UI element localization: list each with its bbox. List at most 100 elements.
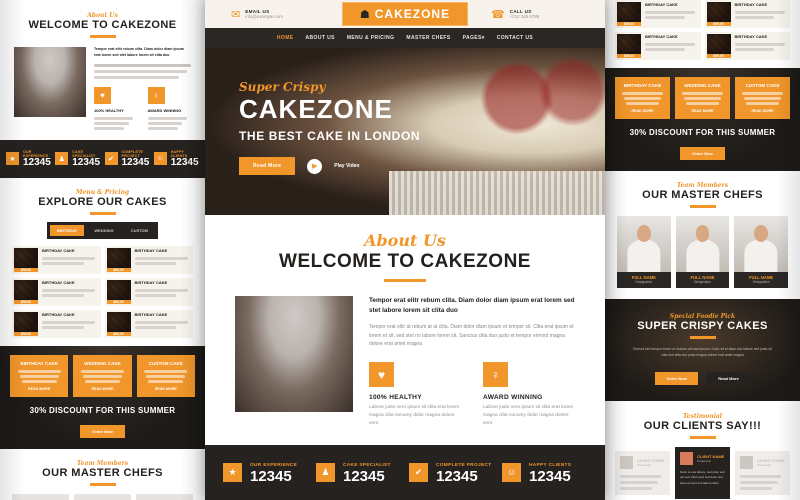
section-title: WELCOME TO CAKEZONE bbox=[28, 19, 177, 31]
feature-award: ♀ AWARD WINNING Labore justo vero ipsum … bbox=[483, 362, 575, 428]
chef-card[interactable]: FULL NAME Designation bbox=[74, 493, 131, 500]
item-thumbnail: $99.00 bbox=[14, 311, 38, 336]
read-more-button[interactable]: Read More bbox=[239, 157, 296, 176]
title-underline bbox=[89, 35, 116, 38]
read-more-link[interactable]: READ MORE bbox=[739, 109, 786, 113]
testimonial-card[interactable]: CLIENT NAME Profession Dolor et eos labo… bbox=[675, 446, 730, 499]
menu-item[interactable]: $99.00 BIRTHDAY CAKE bbox=[704, 32, 790, 60]
item-thumbnail: $99.00 bbox=[706, 34, 731, 58]
pricing-card[interactable]: BIRTHDAY CAKE READ MORE bbox=[10, 354, 69, 397]
read-more-link[interactable]: READ MORE bbox=[14, 387, 64, 391]
read-more-button[interactable]: Read More bbox=[707, 371, 750, 385]
item-name: BIRTHDAY CAKE bbox=[42, 279, 75, 285]
read-more-link[interactable]: READ MORE bbox=[141, 387, 191, 391]
item-price: $99.00 bbox=[617, 54, 641, 58]
topbar-email[interactable]: ✉ EMAIL US info@example.com bbox=[231, 8, 331, 21]
chef-designation: Designation bbox=[752, 280, 770, 284]
site-logo[interactable]: ☗ CAKEZONE bbox=[342, 2, 468, 26]
chef-card[interactable]: FULL NAME Designation bbox=[617, 216, 671, 288]
stat-value: 12345 bbox=[170, 156, 199, 168]
item-name: BIRTHDAY CAKE bbox=[645, 2, 678, 7]
cupcake-liners bbox=[389, 171, 605, 215]
order-now-button[interactable]: Order Now bbox=[655, 371, 698, 385]
tab-custom[interactable]: CUSTOM bbox=[124, 225, 155, 236]
chef-cards: FULL NAME Designation FULL NAME Designat… bbox=[12, 493, 193, 500]
stats-bar: ★ OUR EXPERIENCE 12345 ♟ CAKE SPECIALIST… bbox=[205, 444, 605, 500]
menu-item[interactable]: $99.00 BIRTHDAY CAKE bbox=[104, 277, 193, 306]
chef-card[interactable]: FULL NAME Designation bbox=[136, 493, 193, 500]
feature-desc: Labore justo vero ipsum sit clita erat l… bbox=[483, 405, 574, 427]
menu-item[interactable]: $99.00 BIRTHDAY CAKE bbox=[12, 245, 101, 274]
nav-home[interactable]: HOME bbox=[277, 35, 294, 41]
about-lead: Tempor erat elitr rebum clita. Diam dolo… bbox=[94, 47, 184, 57]
menu-item[interactable]: $99.00 BIRTHDAY CAKE bbox=[104, 309, 193, 338]
section-script: Team Members bbox=[76, 459, 129, 467]
award-icon: ♀ bbox=[483, 362, 508, 388]
item-name: BIRTHDAY CAKE bbox=[734, 2, 768, 7]
menu-item[interactable]: $99.00 BIRTHDAY CAKE bbox=[615, 0, 701, 28]
menu-item[interactable]: $99.00 BIRTHDAY CAKE bbox=[704, 0, 790, 28]
template-preview-stage: About Us WELCOME TO CAKEZONE Tempor erat… bbox=[0, 0, 800, 500]
pricing-card[interactable]: CUSTOM CAKE READ MORE bbox=[136, 354, 195, 397]
play-icon[interactable]: ▶ bbox=[307, 158, 323, 174]
discount-text: 30% DISCOUNT FOR THIS SUMMER bbox=[29, 405, 176, 415]
read-more-link[interactable]: READ MORE bbox=[619, 109, 666, 113]
order-now-button[interactable]: Order Now bbox=[80, 424, 125, 438]
stat-experience: ★ OUR EXPERIENCE 12345 bbox=[223, 462, 308, 485]
testimonial-card[interactable]: CLIENT NAME Profession bbox=[615, 450, 670, 495]
preview-stats-bar: ★ OUR EXPERIENCE 12345 ♟ CAKE SPECIALIST… bbox=[0, 139, 205, 178]
menu-item[interactable]: $99.00 BIRTHDAY CAKE bbox=[104, 245, 193, 274]
read-more-link[interactable]: READ MORE bbox=[77, 387, 127, 391]
pricing-card[interactable]: BIRTHDAY CAKE READ MORE bbox=[615, 77, 670, 119]
nav-about-us[interactable]: ABOUT US bbox=[306, 35, 335, 41]
title-underline bbox=[384, 279, 426, 282]
nav-pages[interactable]: PAGES▾ bbox=[463, 35, 485, 41]
item-thumbnail: $99.00 bbox=[106, 279, 131, 304]
pricing-card[interactable]: WEDDING CAKE READ MORE bbox=[675, 77, 730, 119]
menu-items-grid: $99.00 BIRTHDAY CAKE $99.00 BIRTHDAY CAK… bbox=[12, 245, 193, 338]
stat-label: COMPLETE PROJECT bbox=[436, 462, 492, 468]
menu-item[interactable]: $99.00 BIRTHDAY CAKE bbox=[12, 309, 101, 338]
section-script: Testimonial bbox=[682, 412, 723, 420]
chef-card[interactable]: FULL NAME Designation bbox=[675, 216, 730, 288]
topbar-phone-value: +012 345 6789 bbox=[509, 14, 540, 19]
title-underline bbox=[689, 205, 716, 208]
order-now-button[interactable]: Order Now bbox=[680, 147, 725, 160]
about-script: About Us bbox=[364, 231, 446, 250]
pricing-card[interactable]: CUSTOM CAKE READ MORE bbox=[735, 77, 790, 119]
menu-tabs[interactable]: BIRTHDAY WEDDING CUSTOM bbox=[47, 221, 158, 239]
client-profession: Profession bbox=[637, 462, 652, 467]
nav-menu-pricing[interactable]: MENU & PRICING bbox=[347, 35, 395, 41]
nav-contact-us[interactable]: CONTACT US bbox=[497, 35, 533, 41]
pricing-card[interactable]: WEDDING CAKE READ MORE bbox=[73, 354, 132, 397]
item-price: $99.00 bbox=[106, 299, 131, 304]
client-profession: Profession bbox=[757, 462, 772, 467]
card-title: CUSTOM CAKE bbox=[148, 360, 183, 366]
tab-wedding[interactable]: WEDDING bbox=[87, 225, 120, 236]
card-title: CUSTOM CAKE bbox=[745, 83, 780, 88]
menu-item[interactable]: $99.00 BIRTHDAY CAKE bbox=[615, 32, 701, 60]
section-script: Team Members bbox=[676, 182, 729, 189]
feature-title: AWARD WINNING bbox=[483, 394, 543, 402]
chef-card[interactable]: FULL NAME Designation bbox=[734, 216, 789, 288]
nav-master-chefs[interactable]: MASTER CHEFS bbox=[406, 35, 450, 41]
play-video-label[interactable]: Play Video bbox=[334, 163, 359, 169]
chef-photo bbox=[734, 216, 789, 272]
chef-icon: ♟ bbox=[55, 152, 69, 165]
chef-photo bbox=[74, 493, 131, 500]
chef-photo bbox=[136, 493, 193, 500]
avatar bbox=[680, 451, 693, 465]
menu-item[interactable]: $99.00 BIRTHDAY CAKE bbox=[12, 277, 101, 306]
item-price: $99.00 bbox=[106, 331, 131, 336]
topbar-phone[interactable]: ☎ CALL US +012 345 6789 bbox=[491, 8, 591, 21]
envelope-icon: ✉ bbox=[231, 8, 241, 21]
chef-card[interactable]: FULL NAME Designation bbox=[12, 493, 69, 500]
read-more-link[interactable]: READ MORE bbox=[679, 109, 726, 113]
tab-birthday[interactable]: BIRTHDAY bbox=[50, 224, 85, 236]
preview-pricing-section: BIRTHDAY CAKE READ MORE WEDDING CAKE REA… bbox=[0, 345, 205, 449]
preview-about-row: Tempor erat elitr rebum clita. Diam dolo… bbox=[14, 47, 191, 130]
stat-projects: ✔ COMPLETE PROJECT 12345 bbox=[409, 462, 494, 485]
stat-item: ★ OUR EXPERIENCE 12345 bbox=[6, 150, 51, 168]
special-desc: Eirmod sed tempor lorem ut dolores sit k… bbox=[633, 347, 772, 358]
testimonial-card[interactable]: CLIENT NAME Profession bbox=[735, 450, 790, 495]
